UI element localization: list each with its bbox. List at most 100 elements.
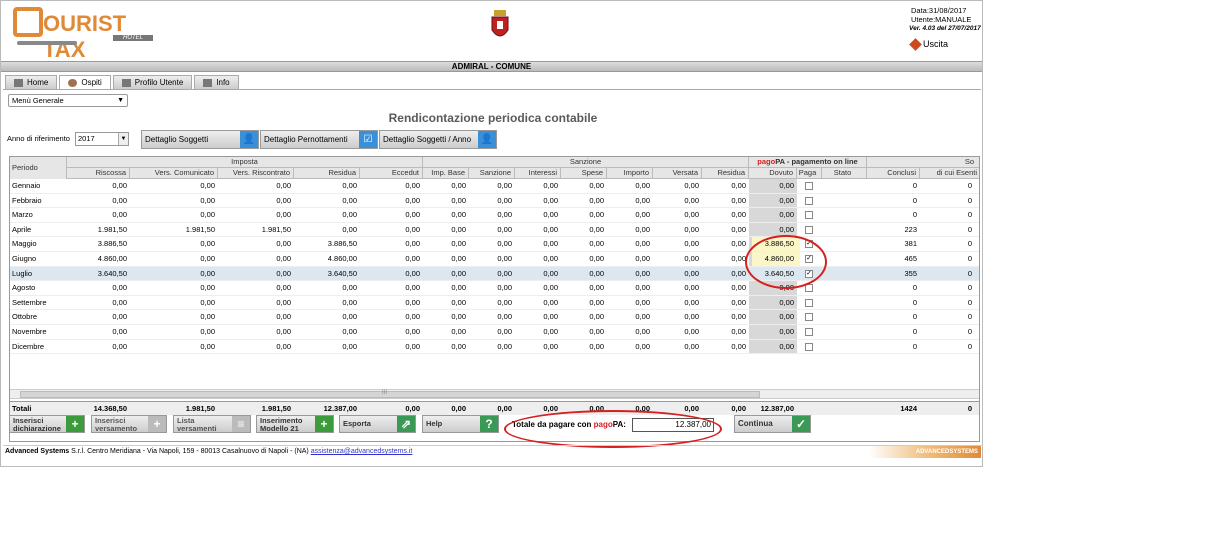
table-row[interactable]: Novembre 0,00 0,00 0,00 0,00 0,00 0,00 0,00 0,00… (10, 325, 979, 340)
year-select[interactable]: 2017 ▼ (75, 132, 129, 146)
table-row[interactable]: Gennaio 0,00 0,00 0,00 0,00 0,00 0,00 0,00 0,00 0… (10, 179, 979, 194)
paga-checkbox[interactable] (805, 182, 813, 190)
cell-imp-base: 0,00 (451, 268, 466, 278)
cell-vers-riscontrato: 0,00 (276, 254, 291, 263)
cell-eccedute: 0,00 (405, 297, 420, 307)
help-icon: ? (480, 416, 498, 432)
horizontal-scrollbar[interactable]: III (10, 389, 979, 399)
tab-profilo-utente[interactable]: Profilo Utente (112, 75, 193, 89)
cell-interessi: 0,00 (543, 283, 558, 293)
user-icon (68, 78, 78, 87)
table-row[interactable]: Marzo 0,00 0,00 0,00 0,00 0,00 0,00 0,00 0,00 0,0… (10, 208, 979, 223)
tab-info[interactable]: Info (194, 75, 239, 89)
esporta-button[interactable]: Esporta ⇗ (339, 415, 416, 433)
table-row[interactable]: Maggio 3.886,50 0,00 0,00 3.886,50 0,00 0,00 0,… (10, 237, 979, 252)
tab-home[interactable]: Home (5, 75, 58, 89)
support-email-link[interactable]: assistenza@advancedsystems.it (311, 448, 413, 455)
dettaglio-soggetti-button[interactable]: Dettaglio Soggetti 👤 (141, 130, 259, 149)
table-row[interactable]: Ottobre 0,00 0,00 0,00 0,00 0,00 0,00 0,00 0,00 0… (10, 310, 979, 325)
cell-residua: 0,00 (342, 195, 357, 205)
cell-periodo: Marzo (12, 210, 33, 220)
paga-checkbox[interactable] (805, 225, 813, 234)
table-row[interactable]: Aprile 1.981,50 1.981,50 1.981,50 0,00 0,00 0,… (10, 223, 979, 238)
cell-vers-comunicato: 0,00 (200, 268, 215, 278)
cell-eccedute: 0,00 (405, 341, 420, 351)
cell-sanzione: 0,00 (497, 297, 512, 307)
cell-periodo: Gennaio (12, 181, 41, 190)
cell-eccedute: 0,00 (405, 239, 420, 249)
table-row[interactable]: Giugno 4.860,00 0,00 0,00 4.860,00 0,00 0,00 0,… (10, 252, 979, 267)
cell-importo: 0,00 (635, 283, 650, 293)
total-riscossa: 14.368,50 (93, 404, 127, 413)
dettaglio-pernottamenti-button[interactable]: Dettaglio Pernottamenti ☑ (260, 130, 378, 149)
cell-eccedute: 0,00 (405, 181, 420, 190)
cell-importo: 0,00 (635, 327, 650, 336)
home-icon (14, 78, 23, 87)
cell-sanzione: 0,00 (497, 341, 512, 351)
page-title: Rendicontazione periodica contabile (388, 111, 598, 125)
cell-eccedute: 0,00 (405, 312, 420, 322)
cell-versata: 0,00 (684, 268, 699, 278)
cell-dovuto: 0,00 (779, 297, 794, 307)
cell-esenti: 0 (967, 268, 972, 278)
chevron-down-icon: ▼ (118, 133, 128, 145)
table-row[interactable]: Luglio 3.640,50 0,00 0,00 3.640,50 0,00 0,00 0,… (10, 266, 979, 282)
cell-conclusi: 465 (904, 254, 917, 263)
cell-residua-sanz: 0,00 (731, 327, 746, 336)
paga-checkbox[interactable] (805, 298, 813, 307)
cell-versata: 0,00 (684, 224, 699, 234)
cell-residua: 3.640,50 (327, 268, 357, 278)
help-button[interactable]: Help? (422, 415, 499, 433)
total-residua-sanz: 0,00 (731, 404, 746, 413)
inserisci-versamento-button[interactable]: Inserisci versamento + (91, 415, 167, 433)
logout-button[interactable]: Uscita (909, 37, 948, 51)
col-residua-header: Residua (294, 168, 360, 179)
cell-conclusi: 0 (912, 297, 917, 307)
cell-residua: 0,00 (342, 297, 357, 307)
cell-esenti: 0 (967, 195, 972, 205)
cell-riscossa: 3.886,50 (97, 239, 127, 249)
paga-checkbox[interactable] (805, 328, 813, 336)
dettaglio-soggetti-anno-button[interactable]: Dettaglio Soggetti / Anno 👤 (379, 130, 497, 149)
paga-checkbox[interactable] (805, 211, 813, 220)
cell-periodo: Agosto (12, 283, 36, 293)
cell-interessi: 0,00 (543, 327, 558, 336)
main-tabs: Home Ospiti Profilo Utente Info (5, 75, 239, 89)
cell-residua: 0,00 (342, 341, 357, 351)
cell-interessi: 0,00 (543, 239, 558, 249)
cell-interessi: 0,00 (543, 195, 558, 205)
cell-residua-sanz: 0,00 (731, 268, 746, 278)
cell-esenti: 0 (967, 239, 972, 249)
cell-riscossa: 0,00 (112, 283, 127, 293)
lista-versamenti-button[interactable]: Lista versamenti ≡ (173, 415, 251, 433)
table-row[interactable]: Febbraio 0,00 0,00 0,00 0,00 0,00 0,00 0,00 0,00… (10, 194, 979, 209)
table-row[interactable]: Dicembre 0,00 0,00 0,00 0,00 0,00 0,00 0,00 0,00… (10, 340, 979, 355)
cell-vers-comunicato: 1.981,50 (185, 224, 215, 234)
inserimento-modello21-button[interactable]: Inserimento Modello 21 + (256, 415, 334, 433)
tab-ospiti[interactable]: Ospiti (59, 75, 111, 89)
table-row[interactable]: Agosto 0,00 0,00 0,00 0,00 0,00 0,00 0,00 0,00 0,… (10, 281, 979, 296)
cell-spese: 0,00 (589, 297, 604, 307)
cell-residua-sanz: 0,00 (731, 224, 746, 234)
general-menu-select[interactable]: Menù Generale ▼ (8, 94, 128, 107)
col-residua-sanz-header: Residua (702, 168, 749, 179)
cell-residua: 4.860,00 (327, 254, 357, 263)
cell-vers-comunicato: 0,00 (200, 327, 215, 336)
cell-importo: 0,00 (635, 224, 650, 234)
cell-importo: 0,00 (635, 268, 650, 278)
cell-importo: 0,00 (635, 254, 650, 263)
cell-interessi: 0,00 (543, 341, 558, 351)
paga-checkbox[interactable] (805, 196, 813, 205)
cell-versata: 0,00 (684, 239, 699, 249)
paga-checkbox[interactable] (805, 342, 813, 351)
col-versata-header: Versata (653, 168, 702, 179)
totals-row: Totali 14.368,50 1.981,50 1.981,50 12.387,00… (10, 401, 979, 415)
col-riscossa-header: Riscossa (67, 168, 130, 179)
paga-checkbox[interactable] (805, 313, 813, 322)
cell-residua-sanz: 0,00 (731, 195, 746, 205)
continua-button[interactable]: Continua ✓ (734, 415, 811, 433)
inserisci-dichiarazione-button[interactable]: Inserisci dichiarazione + (9, 415, 85, 433)
cell-versata: 0,00 (684, 312, 699, 322)
scroll-thumb[interactable] (20, 391, 760, 398)
table-row[interactable]: Settembre 0,00 0,00 0,00 0,00 0,00 0,00 0,00 0,0… (10, 296, 979, 311)
